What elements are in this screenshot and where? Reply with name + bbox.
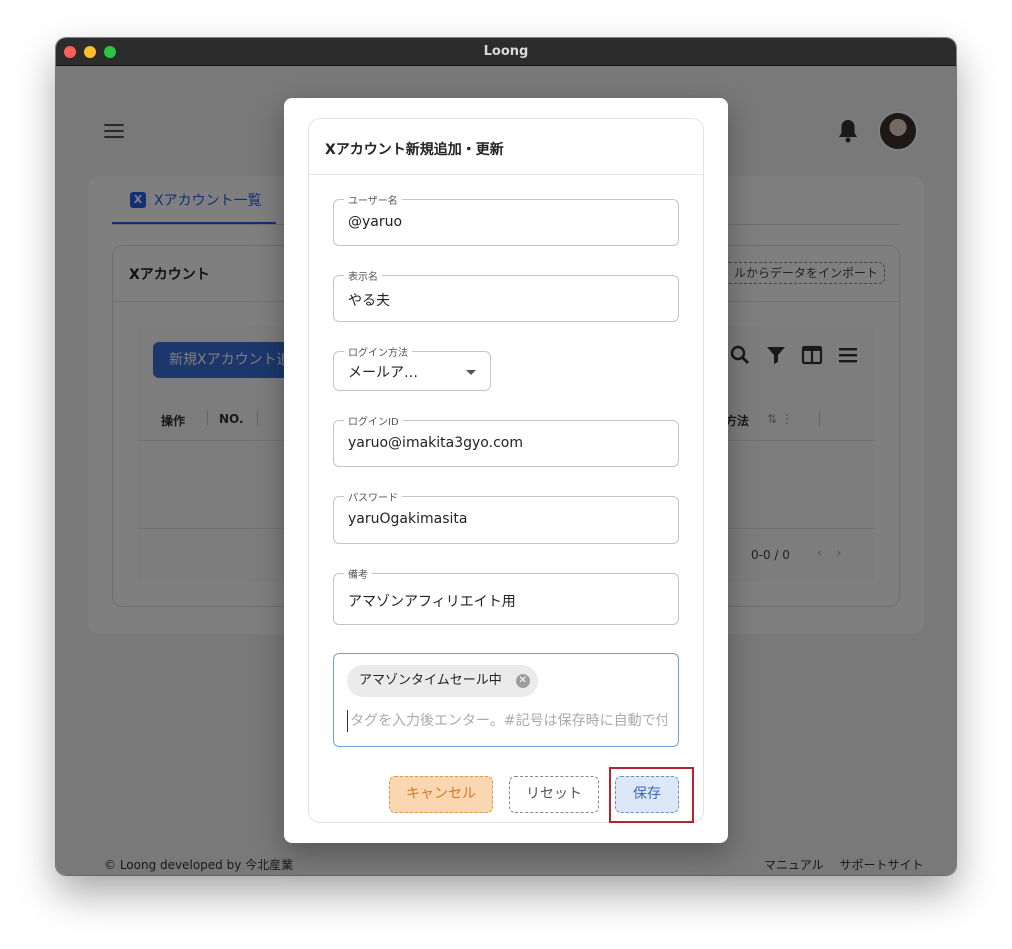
tags-field[interactable]: アマゾンタイムセール中 ✕ (333, 653, 679, 747)
notes-field[interactable]: 備考 アマゾンアフィリエイト用 (333, 566, 679, 625)
username-field[interactable]: ユーザー名 @yaruo (333, 192, 679, 246)
field-label: 備考 (344, 566, 372, 581)
display-name-value[interactable]: やる夫 (348, 290, 390, 310)
title-bar: Loong (56, 38, 956, 66)
reset-button[interactable]: リセット (509, 776, 599, 813)
account-dialog: Xアカウント新規追加・更新 ユーザー名 @yaruo 表示名 やる夫 ログイン方… (284, 98, 728, 843)
window-title: Loong (483, 44, 529, 59)
field-label: ユーザー名 (344, 192, 402, 207)
field-label: ログインID (344, 413, 403, 428)
field-label: ログイン方法 (344, 344, 412, 359)
username-value[interactable]: @yaruo (348, 214, 402, 230)
chevron-down-icon[interactable] (466, 370, 476, 375)
dialog-divider (309, 174, 703, 175)
dialog-card: Xアカウント新規追加・更新 ユーザー名 @yaruo 表示名 やる夫 ログイン方… (308, 118, 704, 823)
remove-tag-icon[interactable]: ✕ (515, 674, 530, 688)
save-button-highlight (609, 767, 694, 823)
cancel-button[interactable]: キャンセル (389, 776, 493, 813)
tag-input[interactable] (347, 710, 667, 732)
tag-chip[interactable]: アマゾンタイムセール中 ✕ (347, 665, 538, 697)
login-id-field[interactable]: ログインID yaruo@imakita3gyo.com (333, 413, 679, 467)
dialog-title: Xアカウント新規追加・更新 (325, 142, 504, 158)
login-method-value[interactable]: メールア… (348, 362, 418, 382)
login-method-select[interactable]: ログイン方法 メールア… (333, 344, 491, 391)
login-id-value[interactable]: yaruo@imakita3gyo.com (348, 435, 523, 451)
password-value[interactable]: yaruOgakimasita (348, 511, 467, 527)
field-label: 表示名 (344, 268, 382, 283)
notes-value[interactable]: アマゾンアフィリエイト用 (348, 591, 516, 611)
field-label: パスワード (344, 489, 402, 504)
tag-chip-label: アマゾンタイムセール中 (359, 673, 502, 688)
display-name-field[interactable]: 表示名 やる夫 (333, 268, 679, 322)
password-field[interactable]: パスワード yaruOgakimasita (333, 489, 679, 544)
